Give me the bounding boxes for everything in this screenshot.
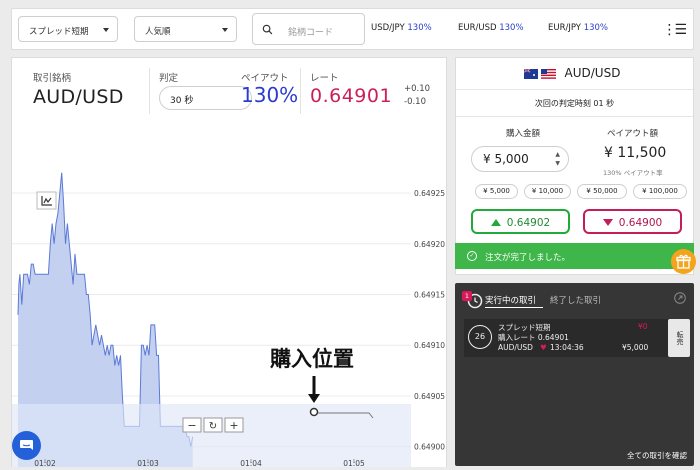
tab-active-trades[interactable]: 実行中の取引	[485, 294, 536, 306]
high-button[interactable]: 0.64902	[471, 209, 570, 234]
purchase-point	[309, 407, 319, 417]
x-tick-label: 01:05	[343, 459, 365, 467]
low-button[interactable]: 0.64900	[583, 209, 682, 234]
y-tick-label: 0.64920	[414, 240, 445, 249]
amount-chip-5000[interactable]: ¥ 5,000	[475, 184, 518, 199]
category-select[interactable]: スプレッド短期	[18, 16, 118, 42]
toast-message: 注文が完了しました。	[485, 253, 571, 263]
ticker-payout: 130%	[407, 23, 432, 33]
active-trades-badge: 1	[462, 291, 472, 301]
search-input[interactable]: 銘柄コード	[252, 13, 365, 45]
zoom-in-label: +	[229, 419, 238, 432]
countdown-timer: 26	[468, 325, 492, 349]
x-tick-label: 01:04	[240, 459, 262, 467]
purchase-position-label: 購入位置	[269, 347, 354, 371]
trade-profit: ¥0	[638, 322, 648, 331]
amount-input[interactable]: ¥ 5,000 ▲ ▼	[471, 146, 569, 172]
x-tick-label: 01:02	[34, 459, 56, 467]
zoom-reset-label: ↻	[209, 421, 217, 432]
change-up: +0.10	[404, 84, 431, 94]
chat-button[interactable]	[12, 431, 41, 460]
ticker-eurjpy[interactable]: EUR/JPY 130%	[548, 23, 608, 33]
trade-pair: AUD/USD	[564, 66, 621, 80]
chat-icon	[20, 440, 33, 450]
y-tick-label: 0.64915	[414, 291, 445, 300]
arrow-down-icon	[602, 219, 613, 226]
y-tick-label: 0.64900	[414, 443, 445, 452]
ticker-payout: 130%	[583, 23, 609, 33]
stepper-down-icon[interactable]: ▼	[555, 160, 560, 167]
high-price: 0.64902	[506, 217, 551, 229]
zoom-out-label: −	[187, 419, 196, 432]
trades-panel: 1 実行中の取引 終了した取引 26 スプレッド短期 購入レート 0.64901…	[455, 283, 694, 466]
y-tick-label: 0.64905	[414, 392, 445, 401]
payout-amount: ¥ 11,500	[604, 145, 667, 161]
trade-time: 13:04:36	[550, 343, 584, 352]
low-price: 0.64900	[618, 217, 663, 229]
search-placeholder: 銘柄コード	[288, 28, 334, 38]
trade-pair: AUD/USD	[498, 343, 533, 352]
ticker-eurusd[interactable]: EUR/USD 130%	[458, 23, 524, 33]
y-tick-label: 0.64910	[414, 341, 445, 350]
view-all-trades-link[interactable]: 全ての取引を確認	[627, 450, 687, 461]
payout-value: 130%	[241, 83, 299, 107]
rate-value: 0.64901	[310, 85, 393, 107]
zoom-reset-button[interactable]: ↻	[203, 417, 223, 433]
trade-rate: 購入レート 0.64901	[498, 333, 569, 342]
amount-chip-100000[interactable]: ¥ 100,000	[633, 184, 687, 199]
heart-icon: ♥	[540, 343, 547, 352]
symbol-label: 取引銘柄	[33, 73, 72, 84]
x-tick-label: 01:03	[137, 459, 159, 467]
check-icon: ✓	[467, 251, 477, 261]
chevron-down-icon	[103, 28, 109, 32]
external-link-icon[interactable]	[674, 292, 686, 304]
resell-button[interactable]: 転売	[668, 319, 690, 357]
change-down: -0.10	[404, 97, 426, 107]
divider	[300, 68, 301, 114]
zoom-out-button[interactable]: −	[182, 417, 202, 433]
chevron-down-icon	[222, 28, 228, 32]
payout-label: ペイアウト	[241, 73, 289, 84]
payout-amount-label: ペイアウト額	[607, 129, 659, 139]
search-icon	[262, 24, 273, 35]
next-judge-time: 次回の判定時刻 01 秒	[534, 99, 615, 108]
ticker-pair: USD/JPY	[371, 23, 405, 33]
zoom-in-button[interactable]: +	[224, 417, 244, 433]
symbol-name: AUD/USD	[33, 86, 124, 108]
chart-type-icon[interactable]	[36, 191, 57, 210]
y-tick-label: 0.64925	[414, 189, 445, 198]
amount-chip-50000[interactable]: ¥ 50,000	[577, 184, 627, 199]
judge-time-value: 30 秒	[170, 96, 194, 106]
judge-label: 判定	[159, 73, 179, 84]
amount-value: ¥ 5,000	[483, 152, 529, 166]
amount-chip-10000[interactable]: ¥ 10,000	[524, 184, 571, 199]
arrow-up-icon	[490, 219, 501, 226]
stepper-up-icon[interactable]: ▲	[555, 151, 560, 158]
rate-label: レート	[310, 73, 339, 84]
payout-rate-label: 130% ペイアウト率	[603, 169, 663, 177]
active-trade-card[interactable]: 26 スプレッド短期 購入レート 0.64901 AUD/USD ♥ 13:04…	[464, 319, 687, 357]
top-bar: スプレッド短期 人気順 銘柄コード USD/JPY 130% EUR/USD 1…	[11, 8, 694, 50]
divider	[456, 89, 693, 90]
category-select-value: スプレッド短期	[29, 27, 89, 37]
ticker-pair: EUR/USD	[458, 23, 497, 33]
chart-panel: 取引銘柄 AUD/USD 判定 30 秒 ペイアウト 130% レート 0.64…	[11, 57, 447, 467]
ticker-usdjpy[interactable]: USD/JPY 130%	[371, 23, 432, 33]
tab-finished-trades[interactable]: 終了した取引	[550, 294, 601, 306]
menu-icon[interactable]: ⋮☰	[662, 22, 687, 38]
trade-amount: ¥5,000	[622, 343, 649, 352]
divider	[456, 116, 693, 117]
order-complete-toast: ✓ 注文が完了しました。	[455, 243, 694, 269]
divider	[149, 68, 150, 114]
sort-select[interactable]: 人気順	[134, 16, 237, 42]
ticker-payout: 130%	[499, 23, 524, 33]
gift-icon[interactable]	[671, 249, 696, 274]
judge-time-select[interactable]: 30 秒	[159, 86, 252, 110]
amount-label: 購入金額	[506, 129, 541, 139]
price-chart[interactable]: 0.64925 0.64920 0.64915 0.64910 0.64905 0.649…	[12, 122, 446, 467]
sort-select-value: 人気順	[145, 27, 171, 37]
active-tab-underline	[485, 307, 543, 308]
ticker-pair: EUR/JPY	[548, 23, 581, 33]
